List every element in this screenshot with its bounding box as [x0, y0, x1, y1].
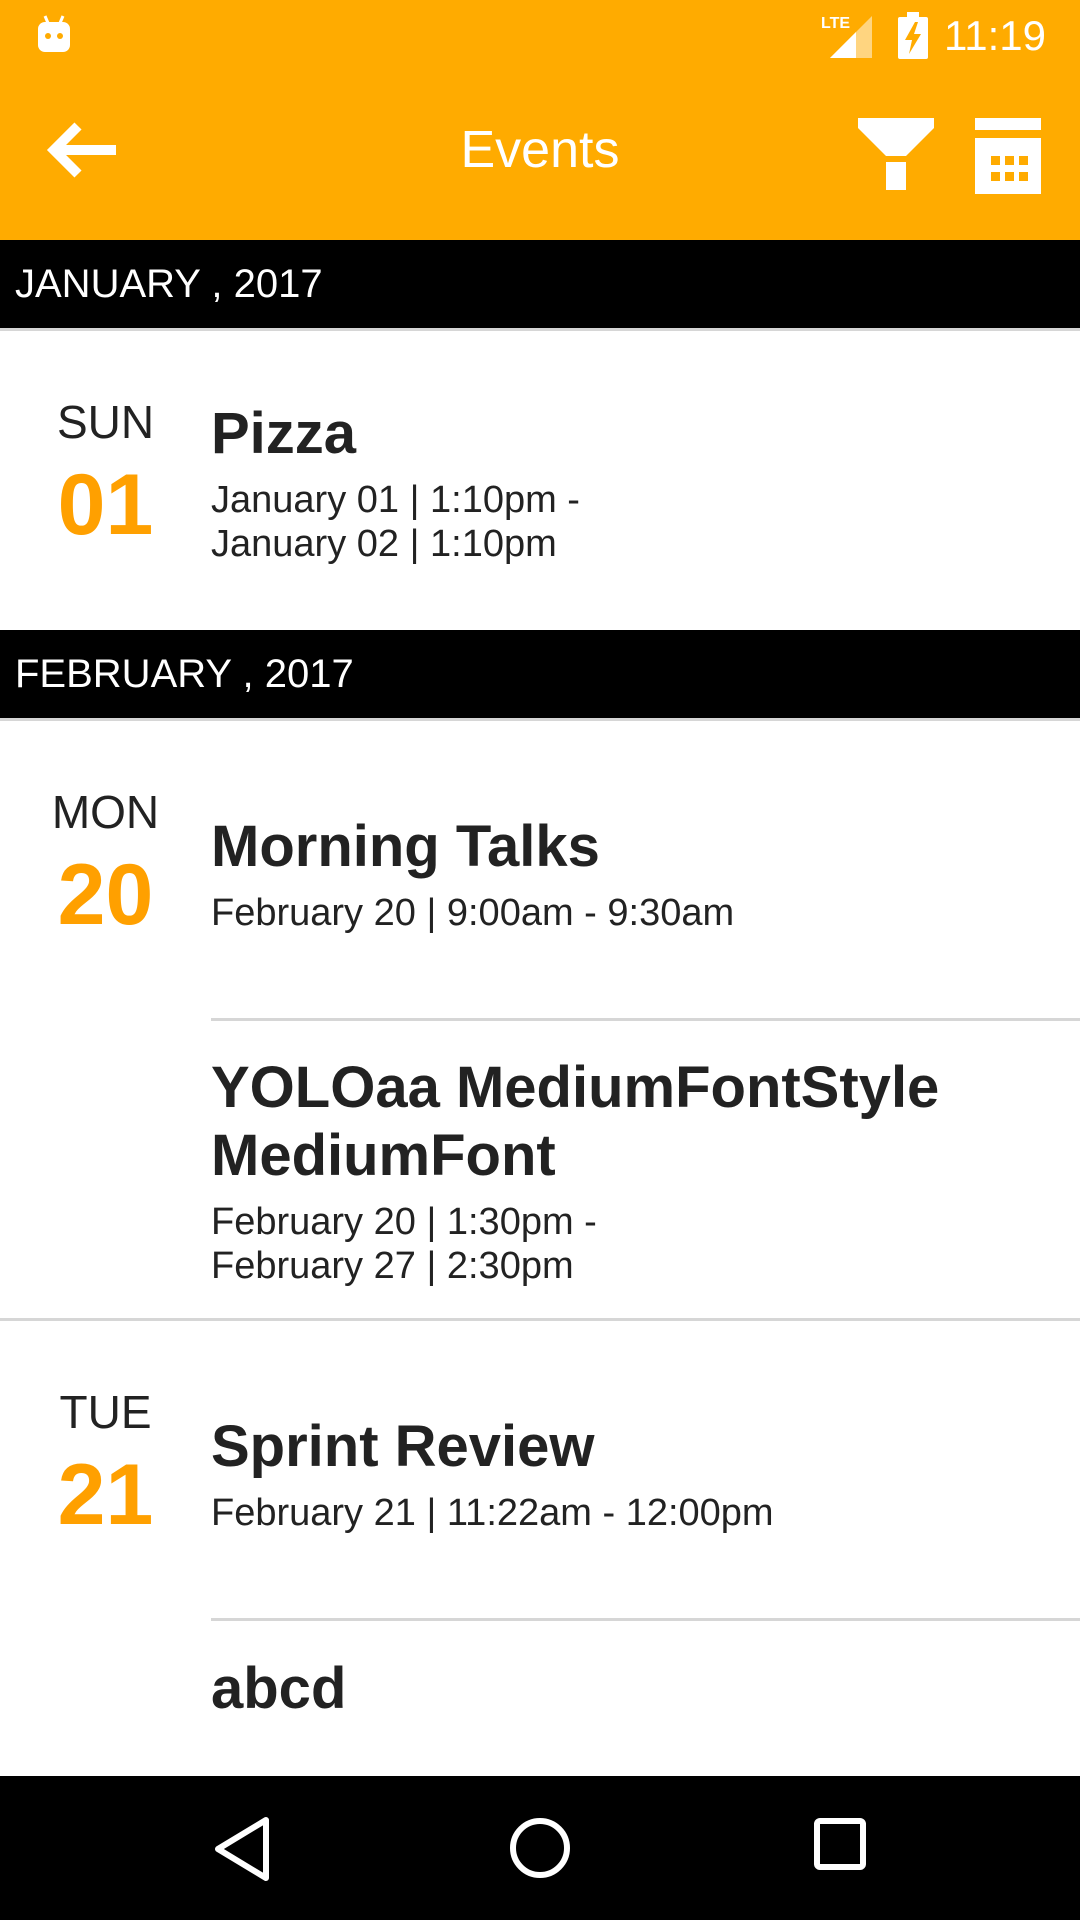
day-name: SUN	[56, 396, 155, 448]
event-title: Morning Talks	[211, 814, 600, 879]
status-bar: LTE 11:19	[0, 0, 1080, 72]
day-label: MON 20	[0, 785, 211, 943]
event-time-line: February 20 | 1:30pm -	[211, 1201, 597, 1243]
divider	[211, 1018, 1080, 1021]
event-time-line: February 21 | 11:22am - 12:00pm	[211, 1492, 774, 1534]
list-item[interactable]: YOLOaa MediumFontStyle MediumFont Februa…	[211, 1054, 1051, 1288]
event-time: February 20 | 1:30pm - February 27 | 2:3…	[211, 1200, 1051, 1288]
day-label: SUN 01	[0, 395, 211, 553]
nav-home-icon[interactable]	[508, 1816, 572, 1880]
event-title: YOLOaa MediumFontStyle MediumFont	[211, 1054, 1051, 1190]
event-title: abcd	[211, 1656, 347, 1721]
month-header: JANUARY , 2017	[0, 240, 1080, 328]
event-time-line: January 01 | 1:10pm -	[211, 479, 580, 521]
event-time: February 21 | 11:22am - 12:00pm	[211, 1491, 1051, 1535]
divider	[0, 1318, 1080, 1321]
day-number: 21	[57, 1447, 154, 1543]
event-title-line: MediumFont	[211, 1123, 556, 1188]
month-header-label: JANUARY , 2017	[15, 262, 323, 306]
list-item[interactable]: abcd	[211, 1655, 1051, 1723]
svg-text:LTE: LTE	[821, 15, 850, 32]
divider	[0, 328, 1080, 331]
event-time-line: February 27 | 2:30pm	[211, 1245, 574, 1287]
system-nav-bar	[0, 1776, 1080, 1920]
events-list[interactable]: JANUARY , 2017 SUN 01 Pizza January 01 |…	[0, 240, 1080, 1776]
nav-back-icon[interactable]	[210, 1816, 276, 1882]
month-header-label: FEBRUARY , 2017	[15, 652, 354, 696]
event-time: January 01 | 1:10pm - January 02 | 1:10p…	[211, 478, 1051, 566]
day-name: TUE	[59, 1386, 152, 1438]
event-time: February 20 | 9:00am - 9:30am	[211, 891, 1051, 935]
lte-signal-icon: LTE	[821, 15, 872, 58]
day-label: TUE 21	[0, 1385, 211, 1543]
battery-charging-icon	[898, 12, 928, 59]
event-title: Pizza	[211, 401, 357, 466]
list-item[interactable]: Pizza January 01 | 1:10pm - January 02 |…	[211, 400, 1051, 566]
month-header: FEBRUARY , 2017	[0, 630, 1080, 718]
day-number: 01	[57, 457, 154, 553]
event-time-line: February 20 | 9:00am - 9:30am	[211, 892, 735, 934]
app-toolbar: Events	[0, 72, 1080, 240]
event-time-line: January 02 | 1:10pm	[211, 523, 557, 565]
nav-recents-icon[interactable]	[814, 1818, 866, 1870]
day-name: MON	[51, 786, 160, 838]
event-title-line: YOLOaa MediumFontStyle	[211, 1055, 940, 1120]
day-number: 20	[57, 847, 154, 943]
calendar-icon[interactable]	[975, 118, 1041, 194]
list-item[interactable]: Morning Talks February 20 | 9:00am - 9:3…	[211, 813, 1051, 935]
back-arrow-icon[interactable]	[44, 122, 120, 178]
event-title: Sprint Review	[211, 1414, 595, 1479]
list-item[interactable]: Sprint Review February 21 | 11:22am - 12…	[211, 1413, 1051, 1535]
android-icon	[38, 15, 70, 52]
divider	[211, 1618, 1080, 1621]
filter-icon[interactable]	[858, 118, 934, 194]
status-time: 11:19	[944, 12, 1046, 59]
page-title: Events	[460, 121, 620, 179]
divider	[0, 718, 1080, 721]
